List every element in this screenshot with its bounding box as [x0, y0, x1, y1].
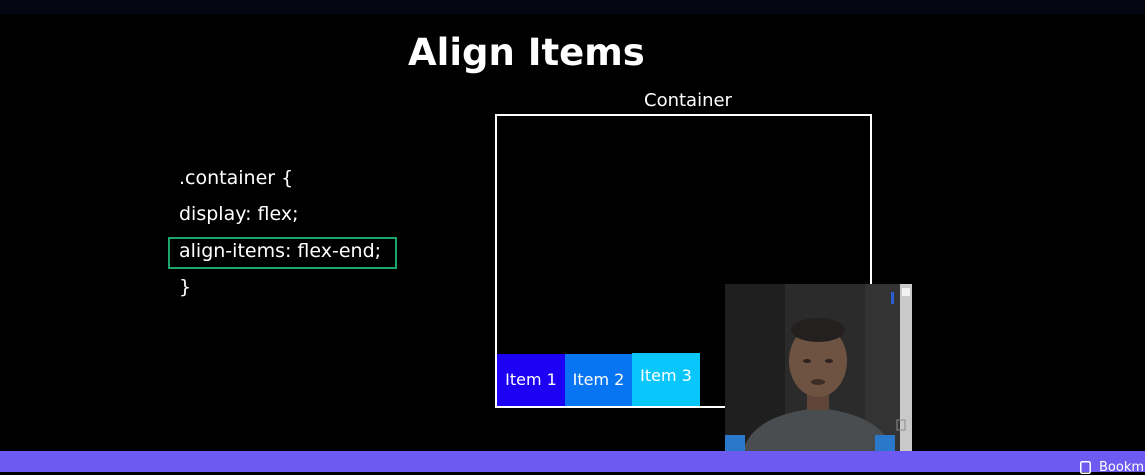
bookmark-icon — [1080, 461, 1091, 474]
presenter-webcam-overlay — [725, 284, 912, 451]
container-label: Container — [644, 90, 732, 111]
top-strip — [0, 0, 1145, 14]
flex-item-2: Item 2 — [565, 354, 632, 406]
code-line-close-brace: } — [179, 276, 192, 298]
presenter-video-frame — [725, 284, 912, 451]
bookmark-label: Bookm — [1099, 460, 1145, 475]
flex-item-1: Item 1 — [497, 354, 565, 406]
bookmark-button[interactable]: Bookm — [1080, 460, 1144, 475]
slide-title: Align Items — [408, 31, 645, 74]
flex-item-3: Item 3 — [632, 353, 700, 406]
code-line-display: display: flex; — [179, 203, 299, 225]
code-line-selector: .container { — [179, 167, 294, 189]
bottom-bar: Bookm — [0, 451, 1145, 475]
code-line-align-items: align-items: flex-end; — [179, 240, 382, 262]
